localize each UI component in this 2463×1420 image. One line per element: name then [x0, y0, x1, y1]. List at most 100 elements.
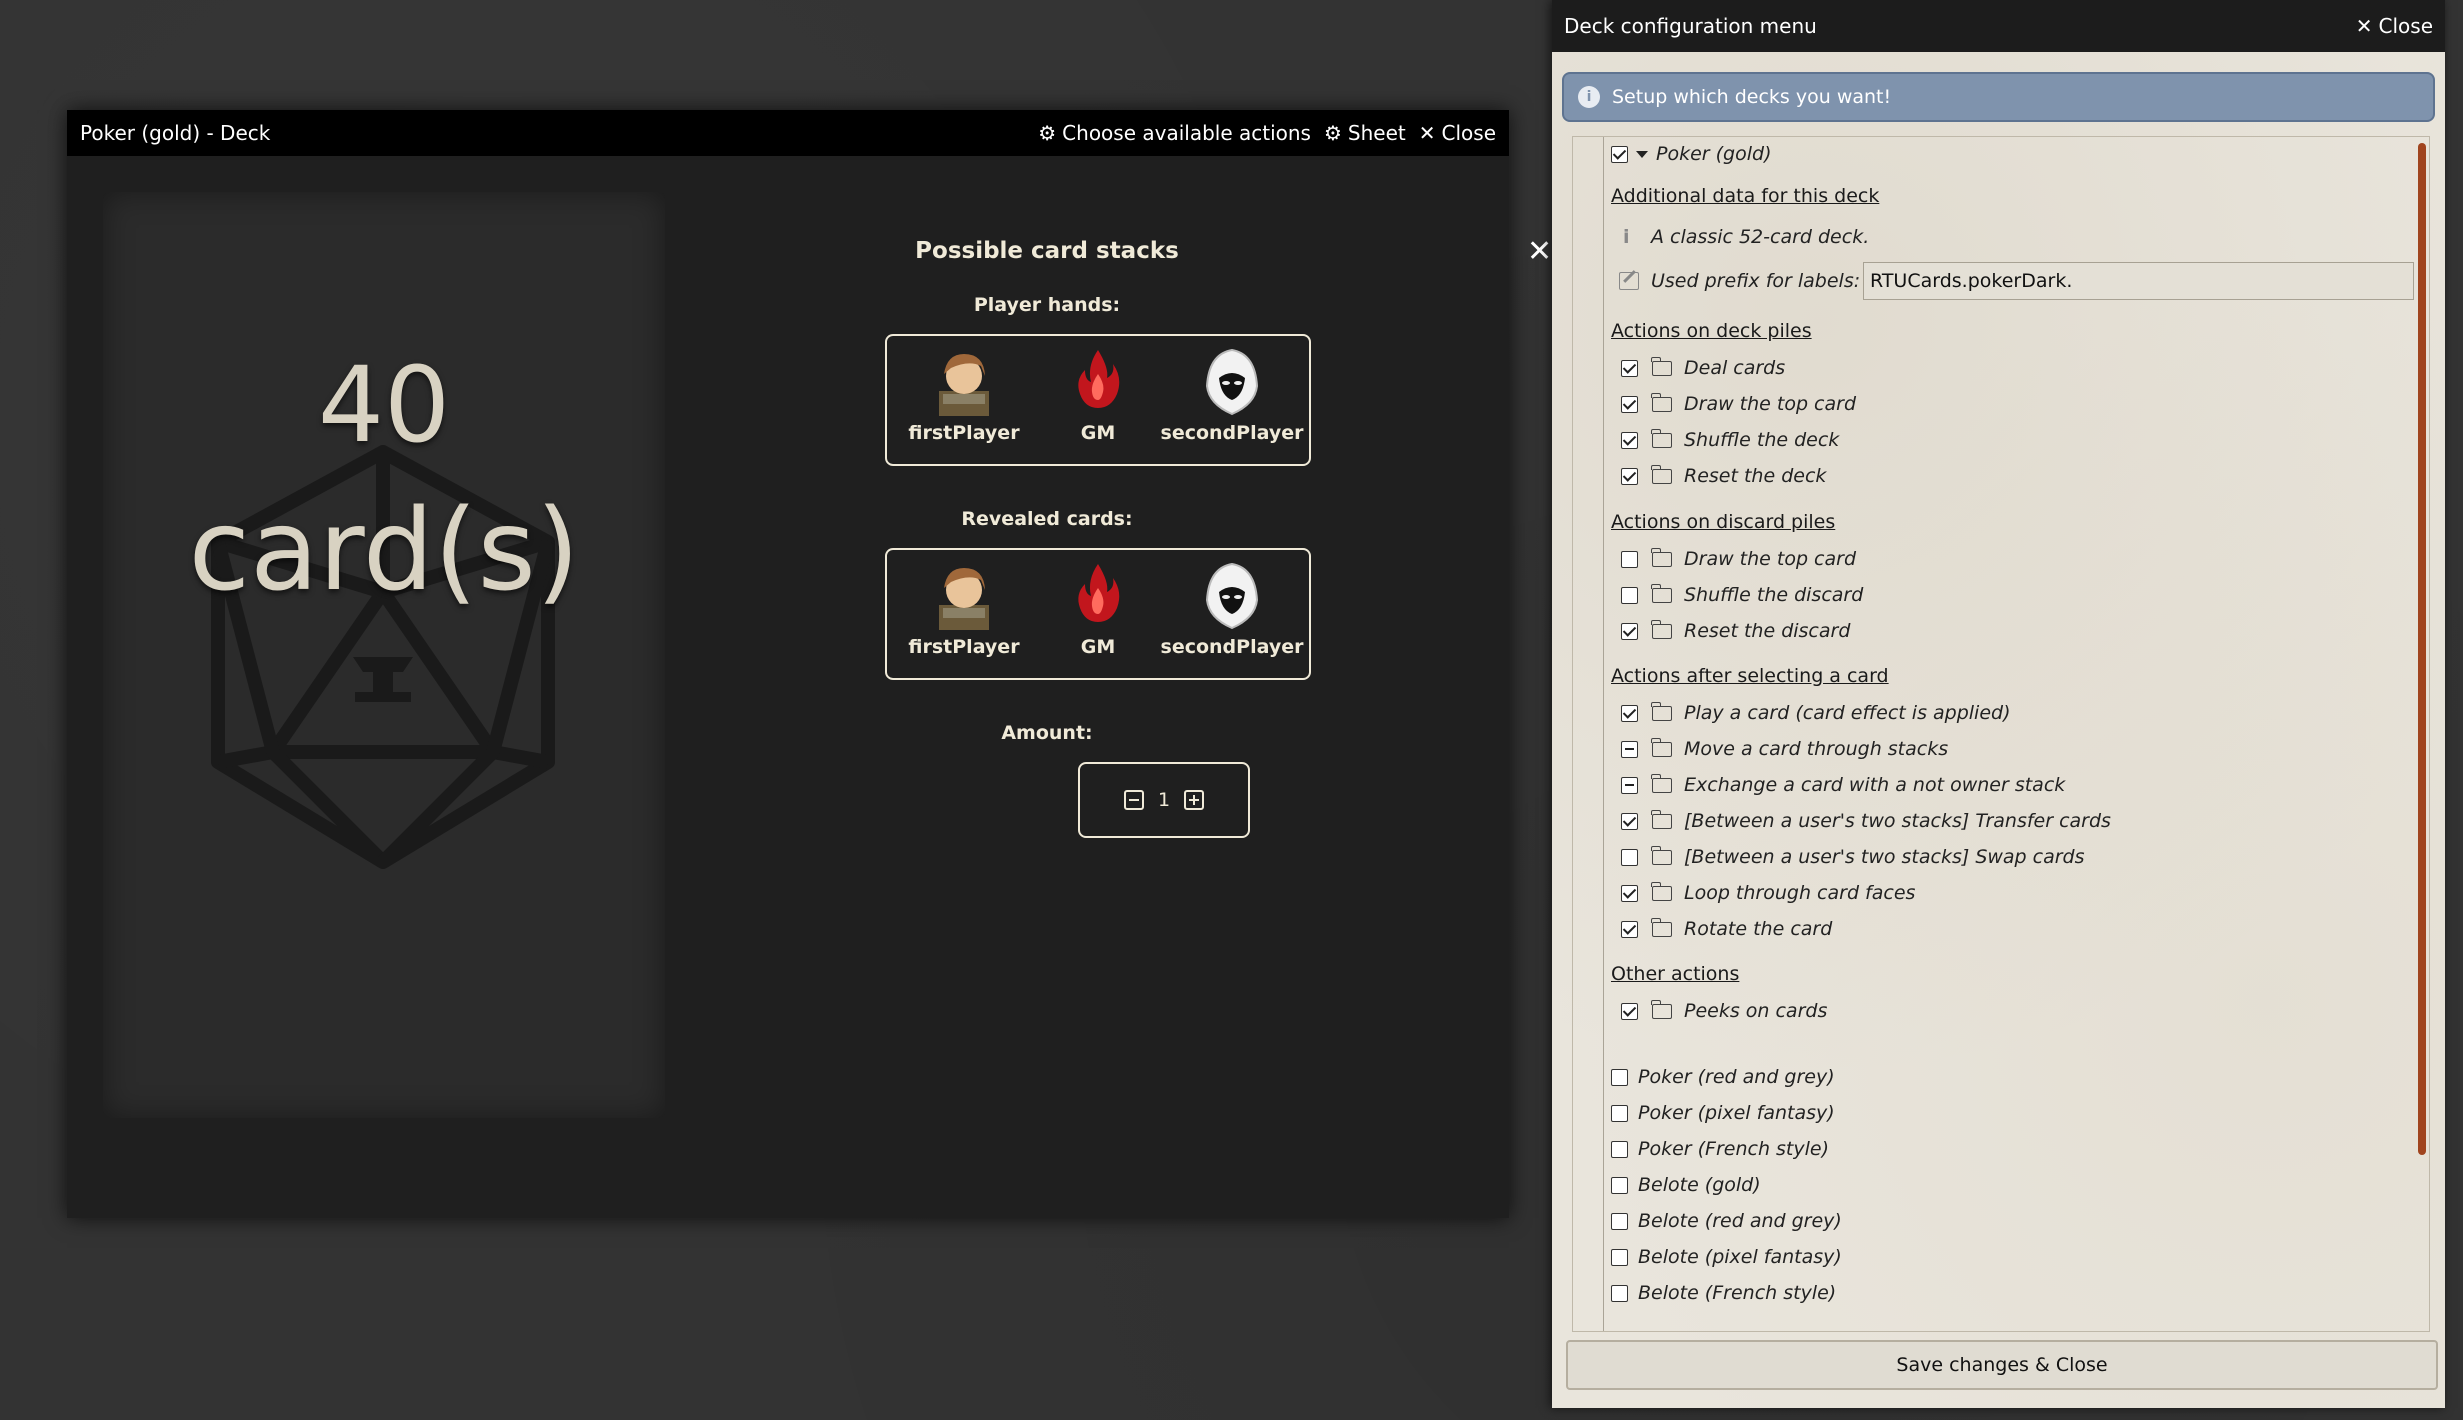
deck-window-title: Poker (gold) - Deck [80, 121, 271, 145]
deck-config-panel: Deck configuration menu ✕ Close i Setup … [1552, 0, 2445, 1408]
deck-checkbox[interactable] [1611, 1248, 1628, 1266]
action-label: Draw the top card [1684, 548, 1857, 570]
action-label: Reset the deck [1684, 465, 1827, 487]
action-checkbox[interactable] [1621, 1002, 1638, 1020]
deck-row-selected: Poker (gold) [1611, 143, 1771, 165]
info-icon: i [1578, 86, 1600, 108]
deck-checkbox[interactable] [1611, 1176, 1628, 1194]
action-checkbox[interactable] [1621, 776, 1638, 794]
action-label: Exchange a card with a not owner stack [1684, 774, 2066, 796]
action-label: Shuffle the discard [1684, 584, 1864, 606]
action-row: Shuffle the discard [1621, 583, 1864, 606]
close-config-button[interactable]: ✕ Close [2356, 14, 2433, 38]
revealed-owner-gm[interactable]: GM [1038, 560, 1158, 658]
revealed-owner-label: GM [1080, 636, 1116, 658]
deck-window-header[interactable]: Poker (gold) - Deck ⚙ Choose available a… [67, 110, 1509, 156]
close-deck-button[interactable]: ✕ Close [1419, 121, 1496, 145]
config-body: i Setup which decks you want! Poker (gol… [1552, 52, 2445, 1408]
decrease-amount-button[interactable] [1123, 790, 1144, 810]
action-checkbox[interactable] [1621, 812, 1638, 830]
deck-row: Belote (red and grey) [1611, 1210, 1842, 1232]
deck-name: Poker (red and grey) [1638, 1066, 1835, 1088]
revealed-owner-secondplayer[interactable]: secondPlayer [1161, 560, 1303, 658]
revealed-owner-firstplayer[interactable]: firstPlayer [904, 560, 1024, 658]
action-checkbox[interactable] [1621, 704, 1638, 722]
folder-icon [1651, 809, 1672, 829]
deck-name: Belote (French style) [1638, 1282, 1837, 1304]
action-checkbox[interactable] [1621, 550, 1638, 568]
hand-owner-gm[interactable]: GM [1038, 346, 1158, 444]
folder-icon [1651, 428, 1672, 448]
action-label: Move a card through stacks [1684, 738, 1949, 760]
folder-icon [1651, 773, 1672, 793]
hooded-figure-icon [1205, 562, 1259, 630]
deck-name: Poker (gold) [1656, 143, 1772, 165]
action-row: [Between a user's two stacks] Swap cards [1621, 845, 2085, 868]
gear-icon: ⚙ [1323, 121, 1342, 145]
hand-owner-label: firstPlayer [908, 422, 1020, 444]
sheet-button[interactable]: ⚙ Sheet [1324, 121, 1406, 145]
hooded-figure-icon [1205, 348, 1259, 416]
hand-owner-secondplayer[interactable]: secondPlayer [1161, 346, 1303, 444]
gm-flame-icon [1078, 350, 1120, 408]
hand-owner-label: secondPlayer [1160, 422, 1304, 444]
action-checkbox[interactable] [1621, 431, 1638, 449]
action-checkbox[interactable] [1621, 359, 1638, 377]
action-checkbox[interactable] [1621, 740, 1638, 758]
scrollbar-thumb[interactable] [2418, 143, 2426, 1155]
deck-tree: Poker (gold) Additional data for this de… [1572, 136, 2430, 1332]
folder-icon [1651, 845, 1672, 865]
action-label: Deal cards [1684, 357, 1786, 379]
action-row: Shuffle the deck [1621, 428, 1840, 451]
card-back[interactable]: 40 card(s) [103, 192, 665, 1118]
close-icon: ✕ [2355, 14, 2373, 38]
chevron-down-icon[interactable] [1636, 150, 1648, 158]
deck-checkbox[interactable] [1611, 1068, 1628, 1086]
prefix-input[interactable] [1863, 262, 2414, 300]
amount-value: 1 [1157, 789, 1171, 811]
amount-label: Amount: [1001, 722, 1093, 744]
action-label: [Between a user's two stacks] Transfer c… [1684, 810, 2111, 832]
action-row: Peeks on cards [1621, 999, 1827, 1022]
action-checkbox[interactable] [1621, 920, 1638, 938]
deck-checkbox[interactable] [1611, 1212, 1628, 1230]
info-message: Setup which decks you want! [1612, 86, 1892, 108]
hand-owner-firstplayer[interactable]: firstPlayer [904, 346, 1024, 444]
config-header[interactable]: Deck configuration menu ✕ Close [1552, 0, 2445, 52]
gear-icon: ⚙ [1038, 121, 1057, 145]
folder-icon [1651, 583, 1672, 603]
config-title: Deck configuration menu [1564, 14, 1817, 38]
firstplayer-avatar [939, 354, 989, 416]
player-hands-box: firstPlayer GM secondPlayer [885, 334, 1311, 466]
action-checkbox[interactable] [1621, 622, 1638, 640]
revealed-cards-label: Revealed cards: [961, 508, 1133, 530]
deck-window: Poker (gold) - Deck ⚙ Choose available a… [67, 110, 1552, 1218]
deck-checkbox[interactable] [1611, 1284, 1628, 1302]
action-label: Rotate the card [1684, 918, 1833, 940]
choose-actions-button[interactable]: ⚙ Choose available actions [1038, 121, 1311, 145]
close-icon: ✕ [1418, 121, 1436, 145]
close-stacks-icon[interactable]: ✕ [1527, 234, 1552, 269]
action-checkbox[interactable] [1621, 467, 1638, 485]
deck-checkbox[interactable] [1611, 1140, 1628, 1158]
save-and-close-button[interactable]: Save changes & Close [1566, 1340, 2438, 1390]
deck-row: Poker (pixel fantasy) [1611, 1102, 1835, 1124]
deck-checkbox[interactable] [1611, 145, 1628, 163]
action-checkbox[interactable] [1621, 848, 1638, 866]
section-other-actions: Other actions [1611, 963, 1740, 985]
action-checkbox[interactable] [1621, 395, 1638, 413]
folder-icon [1651, 737, 1672, 757]
deck-description-row: i A classic 52-card deck. [1617, 226, 1869, 248]
card-count: 40 card(s) [103, 332, 665, 624]
action-row: Draw the top card [1621, 547, 1857, 570]
action-checkbox[interactable] [1621, 884, 1638, 902]
prefix-row: Used prefix for labels: [1619, 270, 1860, 292]
action-label: Shuffle the deck [1684, 429, 1840, 451]
close-config-label: Close [2378, 14, 2433, 38]
folder-icon [1651, 917, 1672, 937]
deck-checkbox[interactable] [1611, 1104, 1628, 1122]
action-checkbox[interactable] [1621, 586, 1638, 604]
increase-amount-button[interactable] [1184, 790, 1205, 810]
tree-guide-line [1603, 137, 1604, 1331]
firstplayer-avatar [939, 568, 989, 630]
